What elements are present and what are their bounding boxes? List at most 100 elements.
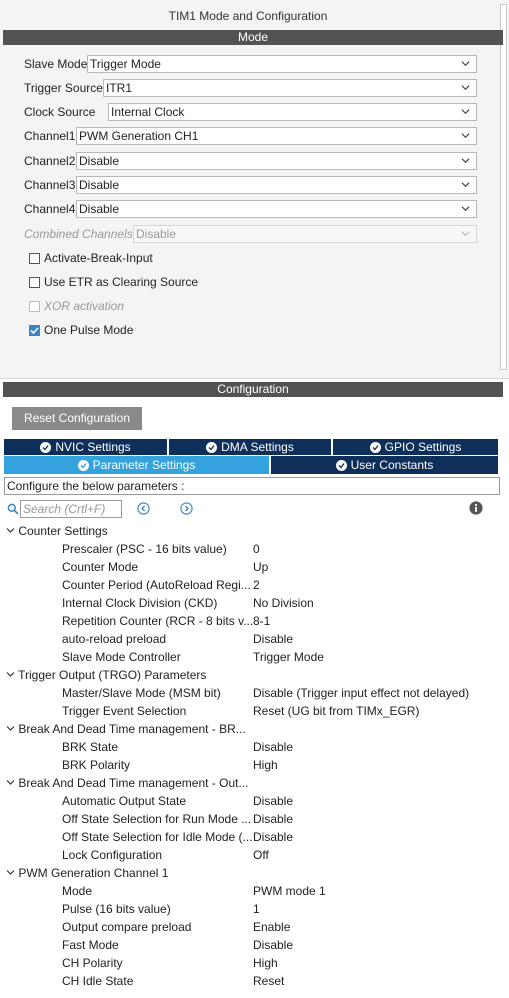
param-row[interactable]: Output compare preload Enable: [6, 918, 500, 936]
param-row[interactable]: Fast Mode Disable: [6, 936, 500, 954]
channel2-select[interactable]: Disable: [76, 152, 477, 170]
param-row[interactable]: BRK Polarity High: [6, 756, 500, 774]
search-input[interactable]: Search (Crtl+F): [20, 500, 122, 518]
tab-nvic-settings[interactable]: NVIC Settings: [4, 439, 169, 455]
group-pwm-generation-channel1[interactable]: PWM Generation Channel 1: [6, 864, 500, 882]
param-name: Fast Mode: [62, 938, 119, 952]
group-name: Break And Dead Time management - Out...: [18, 776, 249, 790]
group-name: Break And Dead Time management - BR...: [18, 722, 246, 736]
param-row[interactable]: BRK State Disable: [6, 738, 500, 756]
param-row[interactable]: Automatic Output State Disable: [6, 792, 500, 810]
tab-parameter-settings[interactable]: Parameter Settings: [4, 456, 271, 474]
param-value: Enable: [253, 920, 291, 934]
channel3-select[interactable]: Disable: [76, 176, 477, 194]
param-value: Disable (Trigger input effect not delaye…: [253, 686, 470, 700]
check-circle-icon: [206, 442, 218, 453]
param-value: 8-1: [253, 614, 271, 628]
activate-break-input-checkbox[interactable]: [29, 253, 40, 264]
check-circle-icon: [40, 442, 52, 453]
chevron-down-icon: [461, 231, 470, 237]
param-row[interactable]: auto-reload preload Disable: [6, 630, 500, 648]
param-name: Counter Period (AutoReload Regi...: [62, 578, 251, 592]
tab-label: NVIC Settings: [55, 440, 131, 454]
one-pulse-mode-checkbox[interactable]: [29, 325, 40, 336]
activate-break-input-label: Activate-Break-Input: [44, 251, 153, 265]
channel1-value: PWM Generation CH1: [79, 129, 199, 143]
param-value: Reset (UG bit from TIMx_EGR): [253, 704, 420, 718]
param-value: No Division: [253, 596, 314, 610]
param-row[interactable]: Repetition Counter (RCR - 8 bits v...8-1: [6, 612, 500, 630]
param-name: Off State Selection for Idle Mode (...: [62, 830, 253, 844]
clock-source-select[interactable]: Internal Clock: [108, 103, 477, 121]
param-row[interactable]: Internal Clock Division (CKD) No Division: [6, 594, 500, 612]
tab-label: DMA Settings: [221, 440, 294, 454]
combined-channels-value: Disable: [136, 227, 177, 241]
chevron-down-icon: [461, 206, 470, 212]
param-row[interactable]: Mode PWM mode 1: [6, 882, 500, 900]
chevron-down-icon: [461, 133, 470, 139]
param-name: Trigger Event Selection: [62, 704, 187, 718]
param-name: Automatic Output State: [62, 794, 187, 808]
one-pulse-mode-label: One Pulse Mode: [44, 323, 134, 337]
group-trgo-parameters[interactable]: Trigger Output (TRGO) Parameters: [6, 666, 500, 684]
search-icon: [7, 503, 19, 515]
chevron-down-icon: [6, 780, 15, 785]
param-row[interactable]: Off State Selection for Run Mode ... Disa…: [6, 810, 500, 828]
param-row[interactable]: Slave Mode Controller Trigger Mode: [6, 648, 500, 666]
xor-activation-checkbox: [29, 301, 40, 312]
group-break-dead-time-output[interactable]: Break And Dead Time management - Out...: [6, 774, 500, 792]
param-row[interactable]: Prescaler (PSC - 16 bits value) 0: [6, 540, 500, 558]
chevron-down-icon: [6, 870, 15, 875]
param-name: Prescaler (PSC - 16 bits value): [62, 542, 227, 556]
channel4-select[interactable]: Disable: [76, 200, 477, 218]
group-break-dead-time-brk[interactable]: Break And Dead Time management - BR...: [6, 720, 500, 738]
param-value: Trigger Mode: [253, 650, 324, 664]
param-value: Reset: [253, 974, 285, 988]
previous-result-icon[interactable]: [137, 502, 150, 515]
param-value: High: [253, 956, 278, 970]
tab-label: GPIO Settings: [384, 440, 462, 454]
param-name: CH Idle State: [62, 974, 134, 988]
use-etr-label: Use ETR as Clearing Source: [44, 275, 199, 289]
param-value: Disable: [253, 632, 294, 646]
param-value: Disable: [253, 794, 294, 808]
vertical-scrollbar[interactable]: [500, 4, 507, 370]
use-etr-checkbox[interactable]: [29, 277, 40, 288]
tab-user-constants[interactable]: User Constants: [271, 456, 498, 474]
reset-configuration-button[interactable]: Reset Configuration: [12, 407, 142, 430]
group-counter-settings[interactable]: Counter Settings: [6, 522, 500, 540]
next-result-icon[interactable]: [180, 502, 193, 515]
param-row[interactable]: Pulse (16 bits value) 1: [6, 900, 500, 918]
mode-section-header: Mode: [3, 30, 503, 45]
param-row[interactable]: Off State Selection for Idle Mode (...Di…: [6, 828, 500, 846]
info-icon[interactable]: [469, 501, 483, 515]
param-row[interactable]: Lock Configuration Off: [6, 846, 500, 864]
combined-channels-label: Combined Channels: [24, 227, 133, 241]
param-value: Off: [253, 848, 269, 862]
param-row[interactable]: Master/Slave Mode (MSM bit) Disable (Trig…: [6, 684, 500, 702]
param-row[interactable]: Counter Mode Up: [6, 558, 500, 576]
param-value: 0: [253, 542, 260, 556]
param-name: Off State Selection for Run Mode ...: [62, 812, 252, 826]
param-name: Output compare preload: [62, 920, 192, 934]
group-name: Trigger Output (TRGO) Parameters: [18, 668, 207, 682]
param-row[interactable]: CH Idle State Reset: [6, 972, 500, 990]
chevron-down-icon: [461, 158, 470, 164]
param-row[interactable]: CH Polarity High: [6, 954, 500, 972]
tab-gpio-settings[interactable]: GPIO Settings: [333, 439, 498, 455]
slave-mode-select[interactable]: Trigger Mode: [87, 55, 477, 73]
chevron-down-icon: [6, 726, 15, 731]
check-circle-icon: [369, 442, 381, 453]
chevron-down-icon: [461, 182, 470, 188]
parameters-hint: Configure the below parameters :: [4, 477, 500, 495]
param-name: auto-reload preload: [62, 632, 167, 646]
param-row[interactable]: Trigger Event Selection Reset (UG bit fro…: [6, 702, 500, 720]
chevron-down-icon: [6, 528, 15, 533]
combined-channels-select: Disable: [133, 225, 477, 243]
channel1-select[interactable]: PWM Generation CH1: [76, 127, 477, 145]
configuration-section-header: Configuration: [3, 382, 503, 397]
trigger-source-select[interactable]: ITR1: [103, 79, 477, 97]
xor-activation-label: XOR activation: [44, 299, 125, 313]
tab-dma-settings[interactable]: DMA Settings: [169, 439, 333, 455]
param-row[interactable]: Counter Period (AutoReload Regi... 2: [6, 576, 500, 594]
